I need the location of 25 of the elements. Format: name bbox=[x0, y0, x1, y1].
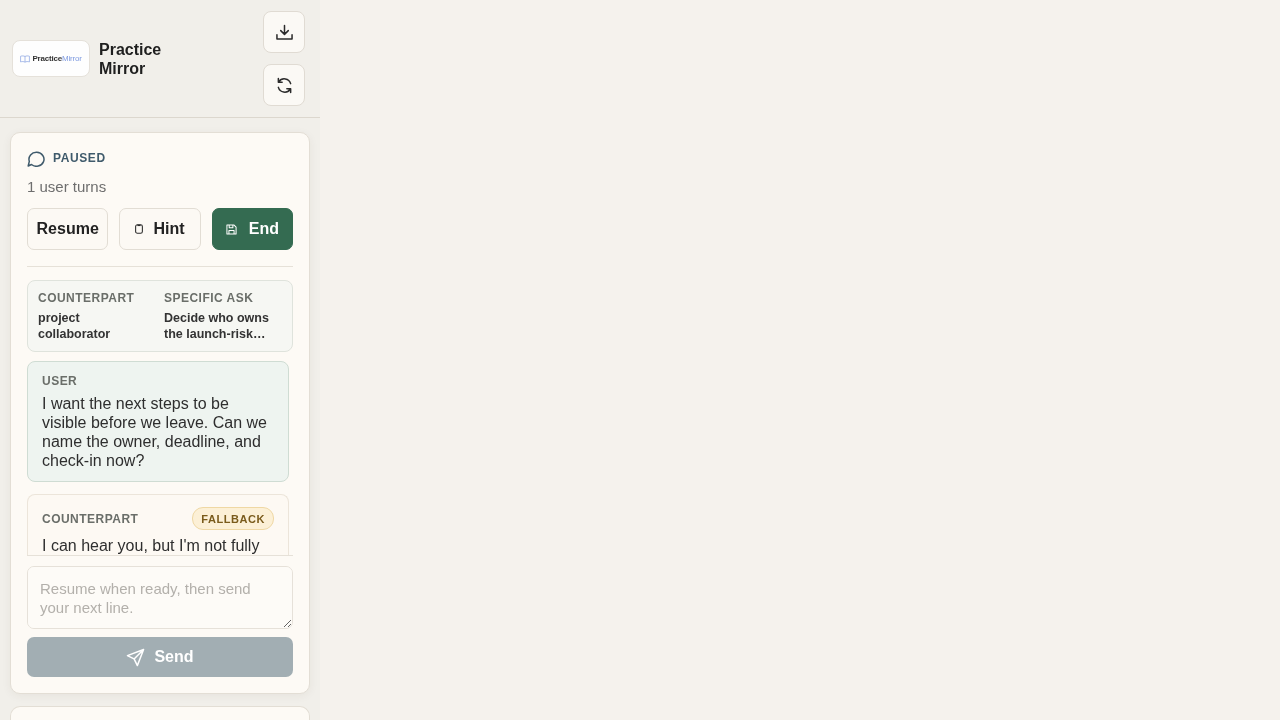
context-label: COUNTERPART bbox=[38, 291, 136, 305]
message-input[interactable]: Resume when ready, then send your next line. bbox=[27, 566, 293, 629]
refresh-button[interactable] bbox=[263, 64, 305, 106]
clipboard-icon bbox=[135, 224, 144, 234]
context-value: Decide who owns the launch-risk… bbox=[164, 310, 270, 342]
context-value: project collaborator bbox=[38, 310, 112, 342]
paper-plane-icon bbox=[126, 647, 146, 667]
logo-text: PracticeMirror bbox=[32, 54, 82, 63]
turn-count: 1 user turns bbox=[27, 178, 107, 196]
message-text: I can hear you, but I'm not fully bbox=[42, 536, 261, 555]
session-status: PAUSED bbox=[53, 151, 106, 165]
fallback-tag: FALLBACK bbox=[192, 507, 274, 530]
refresh-icon bbox=[275, 76, 293, 94]
download-button[interactable] bbox=[263, 11, 305, 53]
chat-bubble-icon bbox=[27, 149, 45, 167]
message-text: I want the next steps to be visible before we leave. Can we name the owner, deadline, and check-in now? bbox=[42, 394, 268, 470]
book-icon bbox=[20, 54, 31, 63]
app-title: Practice Mirror bbox=[99, 39, 163, 78]
resume-button[interactable]: Resume bbox=[27, 208, 109, 250]
speaker-label: USER bbox=[42, 374, 78, 388]
hint-button[interactable]: Hint bbox=[119, 208, 201, 250]
context-label: SPECIFIC ASK bbox=[164, 291, 255, 305]
end-button[interactable]: End bbox=[211, 208, 293, 250]
download-icon bbox=[275, 23, 293, 41]
speaker-label: COUNTERPART bbox=[42, 511, 139, 526]
